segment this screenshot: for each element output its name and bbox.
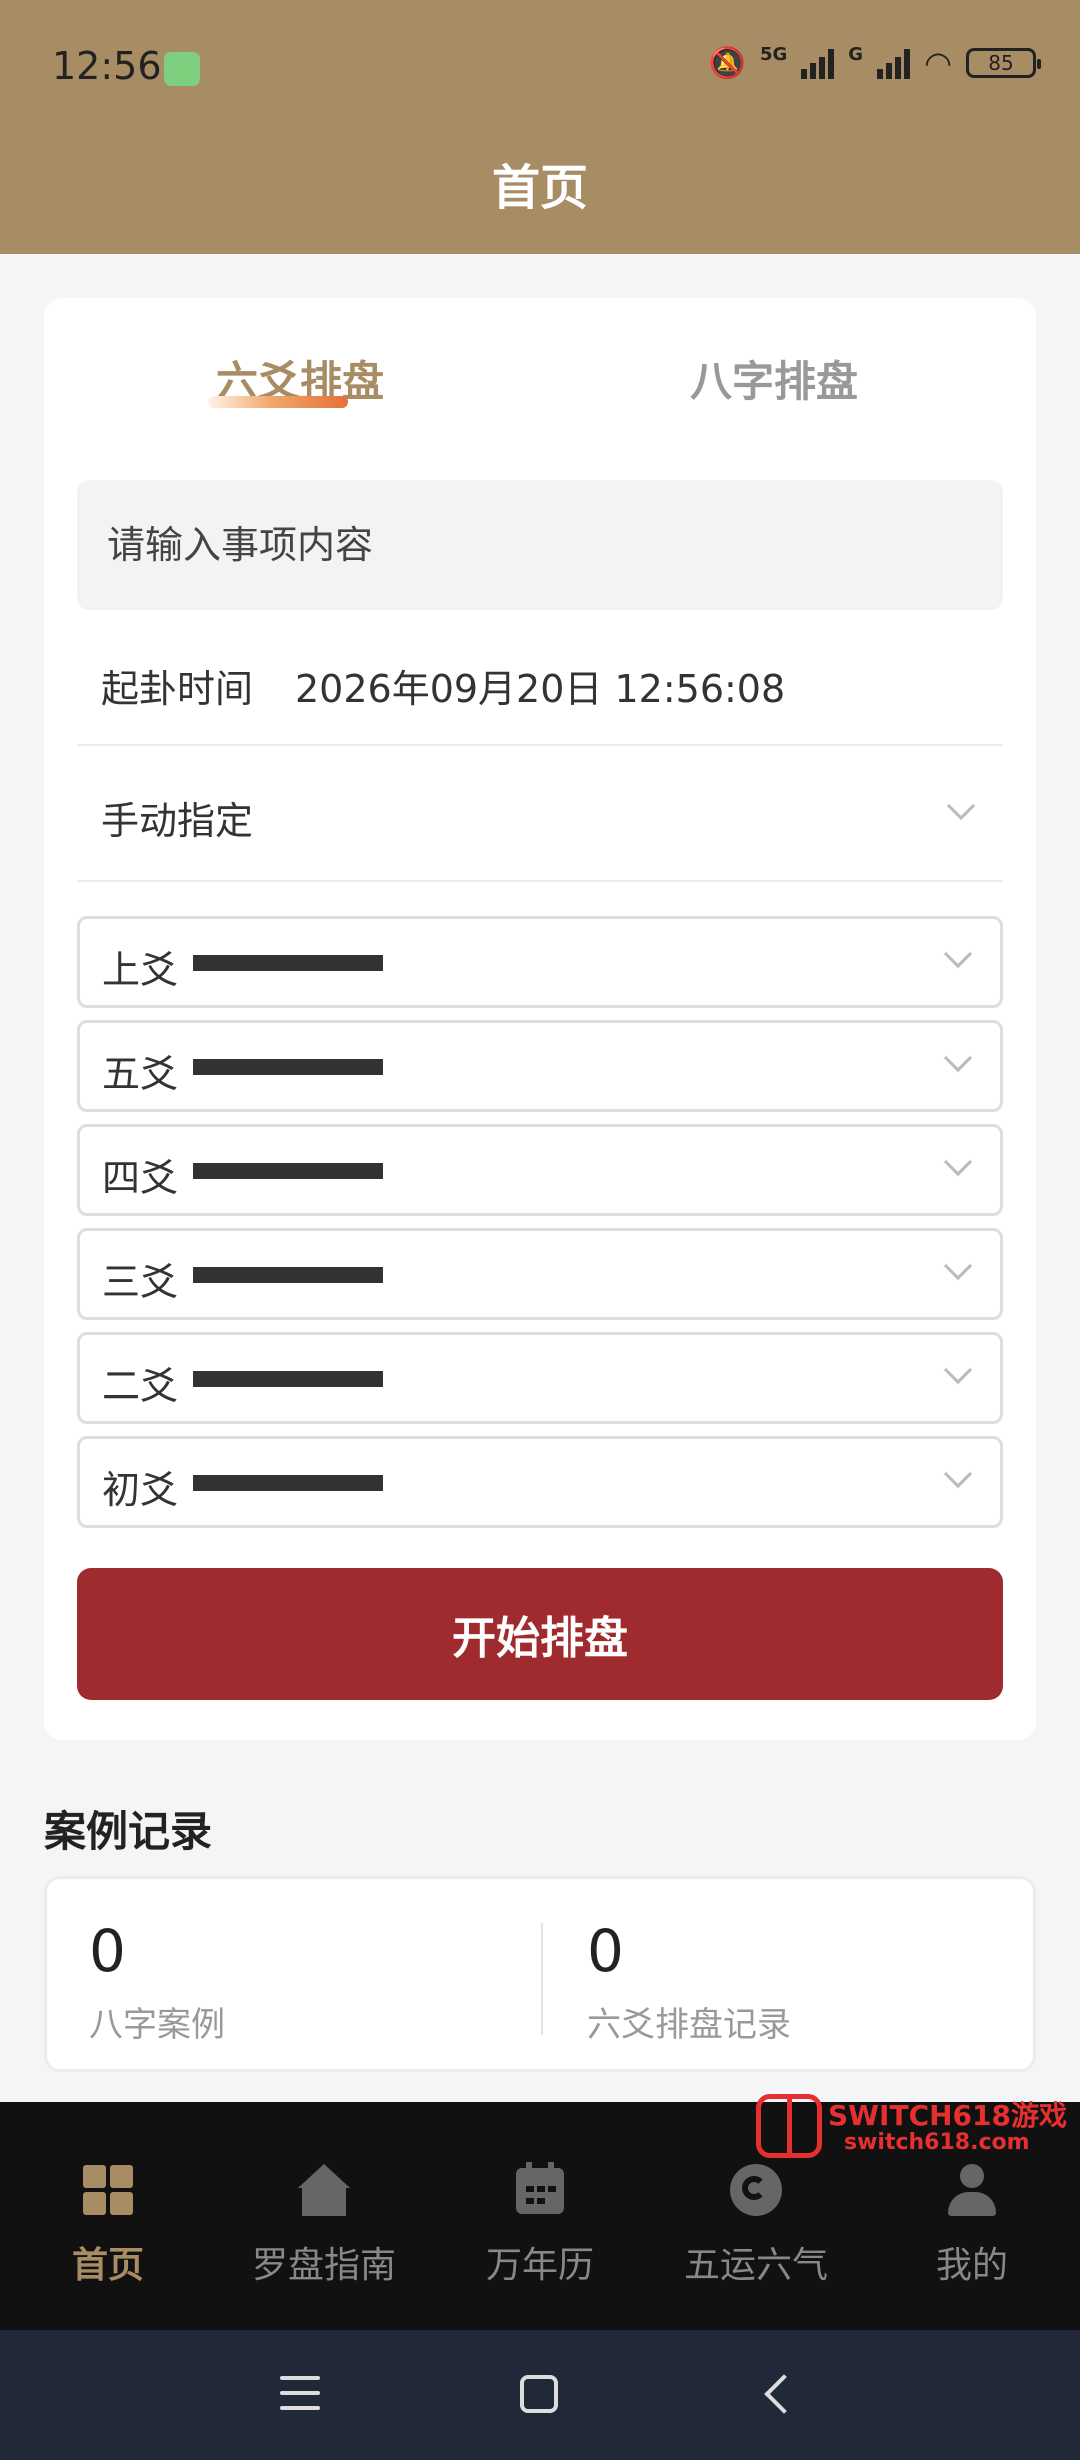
app-header: 12:56 🔕 5G G ◠ 85 首页 — [0, 0, 1080, 254]
yao-label: 三爻 — [102, 1260, 179, 1304]
start-button[interactable]: 开始排盘 — [77, 1568, 1003, 1700]
yao-label: 五爻 — [102, 1052, 179, 1096]
chevron-down-icon — [946, 791, 976, 821]
mode-select[interactable]: 手动指定 — [77, 746, 1003, 882]
chevron-down-icon — [943, 1459, 973, 1489]
yao-select-first[interactable]: 初爻 — [77, 1436, 1003, 1528]
divination-card: 六爻排盘 八字排盘 起卦时间 2026年09月20日 12:56:08 手动指定… — [44, 298, 1036, 1740]
watermark: SWITCH618游戏 switch618.com — [756, 2094, 1067, 2162]
menu-icon[interactable] — [280, 2376, 320, 2412]
time-label: 起卦时间 — [101, 667, 254, 711]
nav-wuyun[interactable]: 五运六气 — [648, 2162, 864, 2288]
nav-label: 罗盘指南 — [251, 2245, 396, 2286]
tab-bazi[interactable]: 八字排盘 — [690, 348, 858, 409]
grid-icon — [80, 2162, 136, 2218]
nav-label: 首页 — [71, 2245, 144, 2286]
stat-label: 八字案例 — [89, 2005, 225, 2045]
yang-line-icon — [193, 1163, 383, 1179]
battery-icon: 85 — [966, 48, 1041, 78]
chevron-down-icon — [943, 1147, 973, 1177]
yang-line-icon — [193, 1059, 383, 1075]
time-row[interactable]: 起卦时间 2026年09月20日 12:56:08 — [77, 628, 1003, 746]
system-nav-bar — [0, 2330, 1080, 2460]
nav-compass[interactable]: 罗盘指南 — [216, 2162, 432, 2288]
signal-icon — [801, 47, 835, 79]
network-label-2: G — [848, 44, 864, 65]
yang-line-icon — [193, 1475, 383, 1491]
mute-bell-icon: 🔕 — [708, 45, 746, 81]
status-icons: 🔕 5G G ◠ 85 — [708, 44, 1041, 82]
network-label: 5G — [759, 44, 788, 65]
watermark-title: SWITCH618游戏 — [828, 2099, 1067, 2132]
wifi-icon: ◠ — [924, 44, 952, 82]
chevron-down-icon — [943, 1251, 973, 1281]
nav-calendar[interactable]: 万年历 — [432, 2162, 648, 2288]
switch-logo-icon — [756, 2094, 822, 2158]
nav-label: 万年历 — [485, 2245, 594, 2286]
cycle-icon — [728, 2162, 784, 2218]
nav-home[interactable]: 首页 — [0, 2162, 216, 2288]
home-icon[interactable] — [520, 2375, 558, 2413]
records-title: 案例记录 — [44, 1807, 213, 1856]
nav-mine[interactable]: 我的 — [864, 2162, 1080, 2288]
yang-line-icon — [193, 1267, 383, 1283]
watermark-url: switch618.com — [844, 2130, 1030, 2155]
chevron-down-icon — [943, 939, 973, 969]
signal-icon-2 — [877, 47, 911, 79]
nav-label: 五运六气 — [683, 2245, 828, 2286]
chevron-down-icon — [943, 1043, 973, 1073]
yang-line-icon — [193, 1371, 383, 1387]
nav-label: 我的 — [935, 2245, 1008, 2286]
yao-label: 四爻 — [102, 1156, 179, 1200]
android-app-icon — [164, 52, 200, 86]
chevron-down-icon — [943, 1355, 973, 1385]
yao-select-fifth[interactable]: 五爻 — [77, 1020, 1003, 1112]
page-title: 首页 — [491, 160, 588, 216]
mode-label: 手动指定 — [101, 799, 254, 843]
records-stats: 0 八字案例 0 六爻排盘记录 — [44, 1876, 1036, 2072]
yao-select-top[interactable]: 上爻 — [77, 916, 1003, 1008]
status-time: 12:56 — [52, 44, 162, 88]
stat-divider — [541, 1923, 543, 2035]
yao-select-second[interactable]: 二爻 — [77, 1332, 1003, 1424]
active-tab-indicator — [208, 396, 348, 408]
yao-select-third[interactable]: 三爻 — [77, 1228, 1003, 1320]
yao-label: 二爻 — [102, 1364, 179, 1408]
house-icon — [296, 2162, 352, 2218]
yang-line-icon — [193, 955, 383, 971]
yao-label: 初爻 — [102, 1468, 179, 1512]
back-icon[interactable] — [764, 2374, 804, 2414]
stat-count: 0 — [89, 1917, 126, 1985]
stat-count: 0 — [587, 1917, 624, 1985]
stat-label: 六爻排盘记录 — [587, 2005, 791, 2045]
user-icon — [944, 2162, 1000, 2218]
yao-select-fourth[interactable]: 四爻 — [77, 1124, 1003, 1216]
calendar-icon — [512, 2162, 568, 2218]
time-value: 2026年09月20日 12:56:08 — [295, 667, 786, 711]
yao-label: 上爻 — [102, 948, 179, 992]
matter-input[interactable] — [77, 480, 1003, 610]
